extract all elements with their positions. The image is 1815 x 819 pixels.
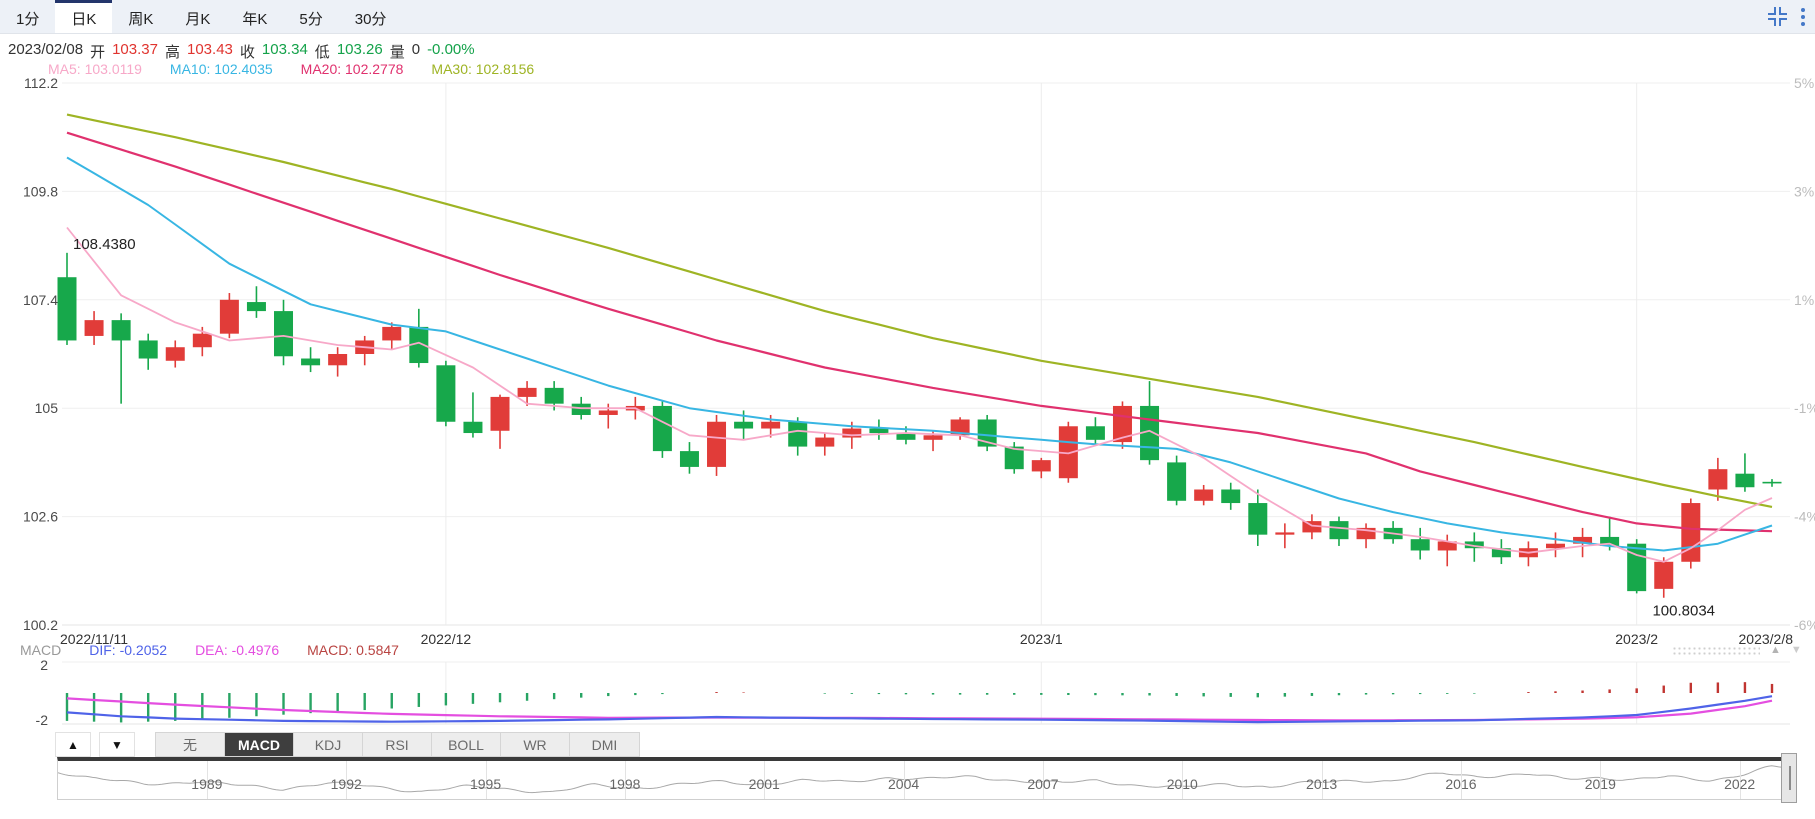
ma-legend-ma30: MA30: 102.8156 [431, 61, 534, 78]
svg-text:2: 2 [40, 657, 48, 673]
svg-text:-4%: -4% [1794, 509, 1815, 525]
svg-text:5%: 5% [1794, 75, 1814, 91]
stock-chart-app: 112.25%109.83%107.41%105-1%102.6-4%100.2… [0, 0, 1815, 819]
indicator-tab-MACD[interactable]: MACD [225, 733, 294, 756]
quote-value: 103.43 [187, 41, 233, 59]
timeline-sparkline [58, 761, 1789, 799]
quote-change: -0.00% [427, 41, 475, 59]
svg-text:-1%: -1% [1794, 400, 1815, 416]
dotted-slider[interactable] [1672, 646, 1760, 655]
ma-legend-ma10: MA10: 102.4035 [170, 61, 273, 78]
quote-label-开: 开 [90, 41, 105, 59]
svg-text:2022/12: 2022/12 [421, 631, 472, 647]
nav-year-label: 1995 [470, 776, 501, 792]
macd-header-controls: ▲ ▼ [1672, 645, 1802, 656]
scroll-down-icon[interactable]: ▼ [1791, 645, 1802, 656]
quote-date: 2023/02/08 [8, 41, 83, 59]
nav-year-label: 1989 [191, 776, 222, 792]
period-tab-bar: 1分日K周K月K年K5分30分 [0, 0, 1815, 34]
nav-year-label: 2019 [1585, 776, 1616, 792]
ma20-line [67, 133, 1772, 532]
svg-text:-2: -2 [36, 712, 49, 728]
ma-legend-row: MA5: 103.0119 MA10: 102.4035 MA20: 102.277… [48, 61, 534, 78]
period-tab-1分[interactable]: 1分 [0, 0, 55, 33]
period-tab-30分[interactable]: 30分 [339, 0, 403, 33]
svg-text:2023/1: 2023/1 [1020, 631, 1063, 647]
macd-legend-macd_text: MACD: 0.5847 [307, 642, 399, 658]
quote-label-收: 收 [240, 41, 255, 59]
nav-year-label: 2016 [1445, 776, 1476, 792]
svg-text:109.8: 109.8 [23, 183, 58, 199]
svg-text:105: 105 [35, 400, 59, 416]
quote-volume-label: 量 [390, 41, 405, 59]
candles-group [58, 253, 1782, 598]
ma5-line [67, 228, 1772, 562]
ma-legend-ma5: MA5: 103.0119 [48, 61, 142, 78]
svg-text:-6%: -6% [1794, 617, 1815, 633]
quote-value: 103.34 [262, 41, 308, 59]
indicator-down-button[interactable]: ▼ [99, 732, 135, 757]
scroll-up-icon[interactable]: ▲ [1770, 645, 1781, 656]
indicator-bar: ▲ ▼ 无MACDKDJRSIBOLLWRDMI [55, 732, 640, 757]
quote-label-高: 高 [165, 41, 180, 59]
candlestick-chart[interactable]: 112.25%109.83%107.41%105-1%102.6-4%100.2… [0, 0, 1815, 819]
period-tab-周K[interactable]: 周K [112, 0, 169, 33]
annotation-low: 100.8034 [1652, 603, 1715, 620]
svg-text:2023/2: 2023/2 [1615, 631, 1658, 647]
nav-year-label: 2010 [1167, 776, 1198, 792]
nav-year-label: 2013 [1306, 776, 1337, 792]
macd-legend-row: MACD DIF: -0.2052 DEA: -0.4976 MACD: 0.5847 [20, 642, 399, 658]
period-tab-5分[interactable]: 5分 [283, 0, 338, 33]
nav-year-label: 2001 [749, 776, 780, 792]
topbar-icons [1768, 0, 1815, 33]
macd-legend-dea: DEA: -0.4976 [195, 642, 279, 658]
topbar-spacer [402, 0, 1768, 33]
nav-year-label: 2004 [888, 776, 919, 792]
period-tab-日K[interactable]: 日K [55, 0, 112, 33]
nav-year-label: 2007 [1027, 776, 1058, 792]
svg-text:100.2: 100.2 [23, 617, 58, 633]
macd-panel[interactable]: 2 -2 [36, 657, 1790, 728]
timeline-navigator[interactable]: 1989 1992 1995 1998 2001 2004 2007 2010 2013 2016… [57, 757, 1790, 800]
nav-year-label: 2022 [1724, 776, 1755, 792]
macd-title: MACD [20, 642, 61, 658]
quote-ohlc-row: 2023/02/08 开 103.37 高 103.43 收 103.34 低 103.26 量0… [8, 41, 475, 59]
quote-volume-value: 0 [412, 41, 420, 59]
quote-value: 103.26 [337, 41, 383, 59]
more-menu-icon[interactable] [1801, 8, 1805, 26]
quote-label-低: 低 [315, 41, 330, 59]
timeline-range-handle[interactable] [1781, 753, 1797, 803]
nav-year-label: 1998 [609, 776, 640, 792]
period-tab-年K[interactable]: 年K [226, 0, 283, 33]
indicator-tabs: 无MACDKDJRSIBOLLWRDMI [155, 732, 640, 757]
svg-text:1%: 1% [1794, 292, 1814, 308]
ma30-line [67, 115, 1772, 507]
nav-year-label: 1992 [331, 776, 362, 792]
indicator-tab-无[interactable]: 无 [156, 733, 225, 756]
period-tab-月K[interactable]: 月K [169, 0, 226, 33]
svg-text:102.6: 102.6 [23, 509, 58, 525]
svg-text:107.4: 107.4 [23, 292, 58, 308]
quote-value: 103.37 [112, 41, 158, 59]
indicator-tab-WR[interactable]: WR [501, 733, 570, 756]
indicator-tab-BOLL[interactable]: BOLL [432, 733, 501, 756]
svg-text:3%: 3% [1794, 183, 1814, 199]
ma-legend-ma20: MA20: 102.2778 [301, 61, 404, 78]
dea-line [67, 698, 1772, 720]
annotation-high: 108.4380 [73, 236, 136, 253]
main-grid: 112.25%109.83%107.41%105-1%102.6-4%100.2… [23, 75, 1815, 647]
collapse-icon[interactable] [1768, 7, 1787, 26]
indicator-tab-KDJ[interactable]: KDJ [294, 733, 363, 756]
indicator-up-button[interactable]: ▲ [55, 732, 91, 757]
indicator-tab-RSI[interactable]: RSI [363, 733, 432, 756]
indicator-tab-DMI[interactable]: DMI [570, 733, 639, 756]
macd-legend-dif: DIF: -0.2052 [89, 642, 167, 658]
dif-line [67, 696, 1772, 722]
